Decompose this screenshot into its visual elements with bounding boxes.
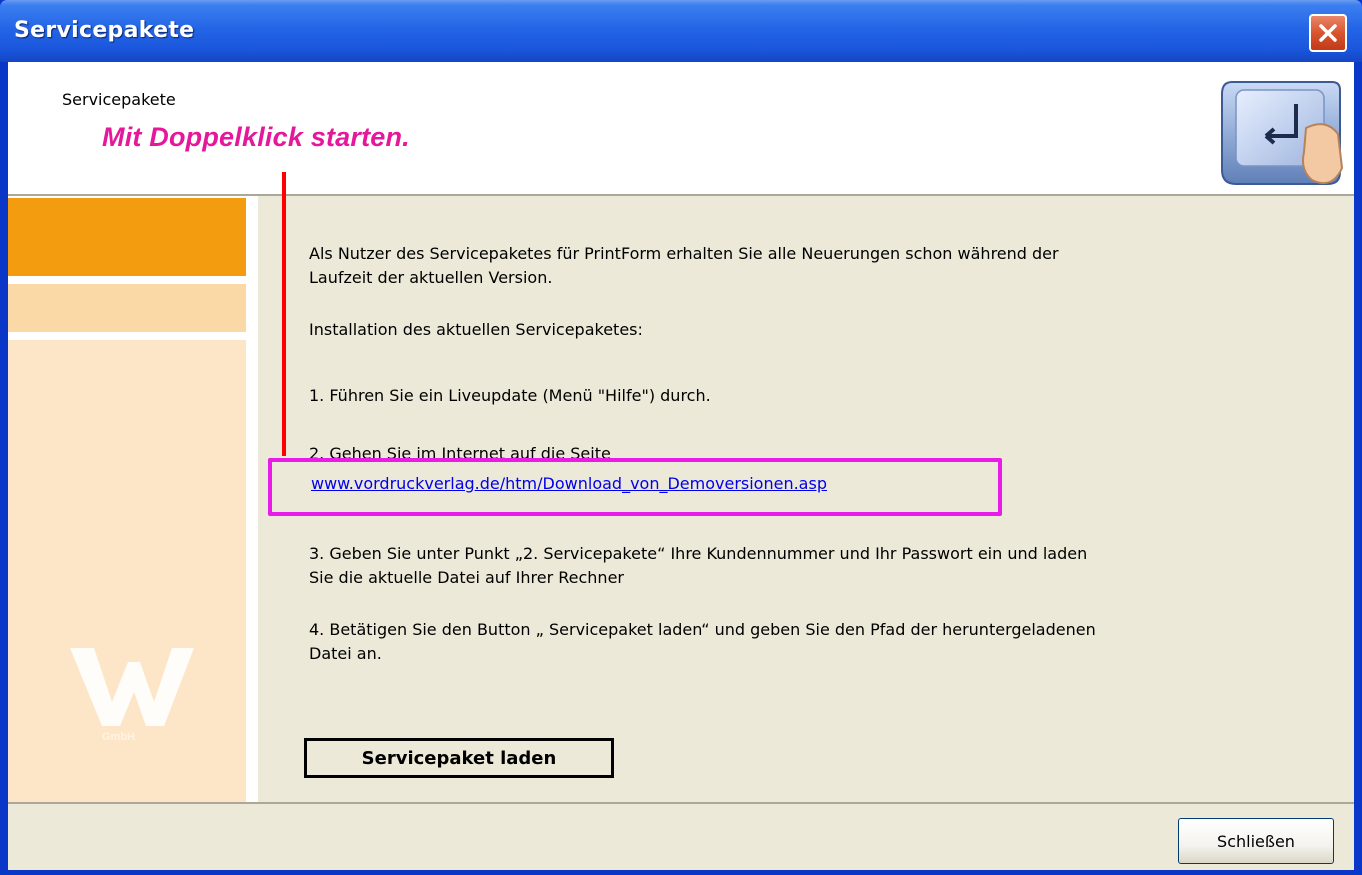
window-title: Servicepakete [14, 18, 195, 43]
install-heading: Installation des aktuellen Servicepakete… [309, 320, 643, 339]
sidebar-bar-orange [8, 198, 246, 276]
double-click-annotation: Mit Doppelklick starten. [102, 122, 410, 152]
load-servicepack-button[interactable]: Servicepaket laden [304, 738, 614, 778]
step-4-text: 4. Betätigen Sie den Button „ Servicepak… [309, 620, 1096, 663]
w-logo-icon [70, 648, 194, 726]
intro-text: Als Nutzer des Servicepaketes für PrintF… [309, 244, 1059, 287]
sidebar-decoration: GmbH [8, 196, 258, 802]
footer-divider [8, 802, 1354, 804]
step-1-text: 1. Führen Sie ein Liveupdate (Menü "Hilf… [309, 386, 711, 405]
dialog-window: Servicepakete Servicepakete Mit Doppelkl… [0, 0, 1362, 875]
sidebar-bar-light [8, 284, 246, 332]
enter-key-icon [1221, 81, 1344, 185]
close-icon [1319, 24, 1337, 42]
close-button[interactable]: Schließen [1178, 818, 1334, 864]
annotation-highlight-box [268, 458, 1002, 516]
header-title: Servicepakete [62, 90, 176, 109]
window-close-button[interactable] [1309, 14, 1347, 52]
annotation-pointer-line [282, 172, 286, 456]
title-bar[interactable]: Servicepakete [0, 0, 1362, 62]
dialog-client: Servicepakete Mit Doppelklick starten. G… [8, 62, 1354, 870]
dialog-header: Servicepakete Mit Doppelklick starten. [8, 62, 1354, 194]
step-3-text: 3. Geben Sie unter Punkt „2. Servicepake… [309, 544, 1088, 587]
logo-subtitle: GmbH [102, 731, 135, 743]
